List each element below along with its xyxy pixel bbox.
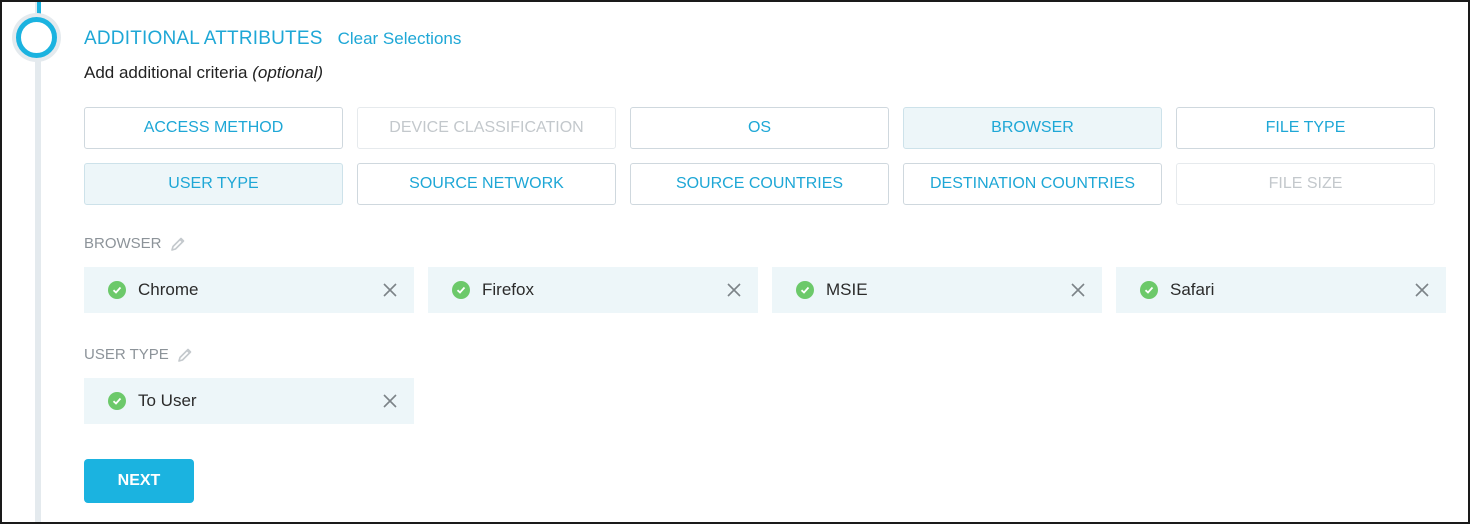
attr-access-method-button[interactable]: ACCESS METHOD — [84, 107, 343, 149]
section-title: ADDITIONAL ATTRIBUTES — [84, 28, 323, 49]
clear-selections-link[interactable]: Clear Selections — [338, 29, 462, 49]
browser-chip-list: Chrome Firefox MSIE Safari — [84, 267, 1446, 313]
attribute-row: USER TYPE SOURCE NETWORK SOURCE COUNTRIE… — [84, 163, 1444, 205]
remove-chrome-close-icon[interactable] — [382, 282, 398, 298]
remove-safari-close-icon[interactable] — [1414, 282, 1430, 298]
attr-user-type-button[interactable]: USER TYPE — [84, 163, 343, 205]
remove-to-user-close-icon[interactable] — [382, 393, 398, 409]
attribute-grid: ACCESS METHOD DEVICE CLASSIFICATION OS B… — [84, 107, 1444, 219]
attr-destination-countries-button[interactable]: DESTINATION COUNTRIES — [903, 163, 1162, 205]
user-type-chip-list: To User — [84, 378, 414, 424]
check-circle-icon — [452, 281, 470, 299]
chip-label: To User — [138, 391, 197, 410]
chip-safari: Safari — [1116, 267, 1446, 313]
remove-firefox-close-icon[interactable] — [726, 282, 742, 298]
check-circle-icon — [1140, 281, 1158, 299]
chip-label: Firefox — [482, 280, 534, 299]
subtitle-text: Add additional criteria — [84, 63, 248, 82]
attribute-row: ACCESS METHOD DEVICE CLASSIFICATION OS B… — [84, 107, 1444, 149]
browser-section-label: BROWSER — [84, 235, 186, 252]
progress-rail-active — [37, 2, 41, 14]
wizard-step-panel: ADDITIONAL ATTRIBUTES Clear Selections A… — [0, 0, 1470, 524]
attr-device-classification-button: DEVICE CLASSIFICATION — [357, 107, 616, 149]
attr-os-button[interactable]: OS — [630, 107, 889, 149]
attr-browser-button[interactable]: BROWSER — [903, 107, 1162, 149]
check-circle-icon — [108, 281, 126, 299]
section-header: ADDITIONAL ATTRIBUTES Clear Selections — [84, 28, 461, 50]
remove-msie-close-icon[interactable] — [1070, 282, 1086, 298]
section-subtitle: Add additional criteria (optional) — [84, 63, 323, 83]
chip-label: Chrome — [138, 280, 199, 299]
user-type-section-title: USER TYPE — [84, 346, 169, 363]
browser-section-title: BROWSER — [84, 235, 162, 252]
attr-source-network-button[interactable]: SOURCE NETWORK — [357, 163, 616, 205]
chip-chrome: Chrome — [84, 267, 414, 313]
chip-firefox: Firefox — [428, 267, 758, 313]
chip-label: Safari — [1170, 280, 1215, 299]
attr-file-size-button: FILE SIZE — [1176, 163, 1435, 205]
chip-label: MSIE — [826, 280, 868, 299]
check-circle-icon — [108, 392, 126, 410]
edit-pencil-icon[interactable] — [177, 347, 193, 363]
next-button[interactable]: NEXT — [84, 459, 194, 503]
step-indicator-icon — [16, 17, 57, 58]
attr-file-type-button[interactable]: FILE TYPE — [1176, 107, 1435, 149]
edit-pencil-icon[interactable] — [170, 236, 186, 252]
subtitle-optional: (optional) — [252, 63, 324, 82]
user-type-section-label: USER TYPE — [84, 346, 193, 363]
check-circle-icon — [796, 281, 814, 299]
progress-rail — [35, 2, 41, 522]
chip-msie: MSIE — [772, 267, 1102, 313]
chip-to-user: To User — [84, 378, 414, 424]
attr-source-countries-button[interactable]: SOURCE COUNTRIES — [630, 163, 889, 205]
